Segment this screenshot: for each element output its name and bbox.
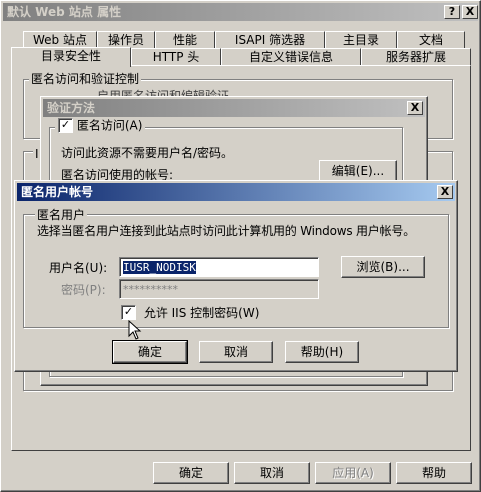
help-title-button[interactable]: ? bbox=[444, 5, 460, 19]
username-value: IUSR_NODISK bbox=[123, 261, 196, 274]
browse-button[interactable]: 浏览(B)... bbox=[341, 256, 425, 278]
anon-close-button[interactable]: X bbox=[437, 185, 453, 199]
allow-iis-row[interactable]: ✓ 允许 IIS 控制密码(W) bbox=[121, 305, 259, 320]
main-help-button[interactable]: 帮助 bbox=[396, 462, 472, 484]
password-value: ********** bbox=[123, 283, 178, 296]
properties-title: 默认 Web 站点 属性 bbox=[7, 5, 122, 19]
anon-access-checkbox[interactable]: ✓ bbox=[58, 118, 73, 133]
anon-user-group-title: 匿名用户 bbox=[35, 208, 88, 222]
username-label: 用户名(U): bbox=[49, 261, 108, 275]
auth-titlebar[interactable]: 验证方法 bbox=[43, 99, 425, 117]
tab-documents[interactable]: 文档 bbox=[397, 31, 465, 48]
close-title-button[interactable]: X bbox=[462, 5, 478, 19]
password-field[interactable]: ********** bbox=[119, 279, 319, 299]
auth-title: 验证方法 bbox=[47, 101, 96, 115]
tab-http-headers[interactable]: HTTP 头 bbox=[131, 48, 221, 65]
anon-titlebar[interactable]: 匿名用户帐号 bbox=[17, 183, 455, 201]
auth-edit-button[interactable]: 编辑(E)... bbox=[319, 160, 397, 182]
anon-title: 匿名用户帐号 bbox=[21, 185, 94, 199]
anon-cancel-button[interactable]: 取消 bbox=[199, 341, 273, 363]
main-ok-button[interactable]: 确定 bbox=[153, 462, 229, 484]
tab-home-directory[interactable]: 主目录 bbox=[325, 31, 397, 48]
anon-access-group-title: 匿名访问和验证控制 bbox=[29, 72, 142, 86]
tab-custom-errors[interactable]: 自定义错误信息 bbox=[221, 48, 361, 65]
tab-performance[interactable]: 性能 bbox=[155, 31, 215, 48]
mouse-cursor-icon bbox=[128, 320, 142, 340]
anon-account-dialog: 匿名用户帐号 X 匿名用户 选择当匿名用户连接到此站点时访问此计算机用的 Win… bbox=[14, 180, 458, 372]
allow-iis-checkbox[interactable]: ✓ bbox=[121, 305, 136, 320]
anon-ok-button[interactable]: 确定 bbox=[112, 340, 188, 364]
anon-help-button[interactable]: 帮助(H) bbox=[285, 341, 359, 363]
auth-anon-checkbox-row[interactable]: ✓ 匿名访问(A) bbox=[55, 118, 146, 133]
tab-operators[interactable]: 操作员 bbox=[97, 31, 155, 48]
main-cancel-button[interactable]: 取消 bbox=[234, 462, 310, 484]
username-field[interactable]: IUSR_NODISK bbox=[119, 257, 319, 277]
anon-user-description: 选择当匿名用户连接到此站点时访问此计算机用的 Windows 用户帐号。 bbox=[37, 224, 415, 238]
properties-titlebar[interactable]: 默认 Web 站点 属性 bbox=[3, 3, 478, 21]
allow-iis-label: 允许 IIS 控制密码(W) bbox=[143, 305, 260, 320]
tab-server-extensions[interactable]: 服务器扩展 bbox=[361, 48, 471, 65]
auth-close-button[interactable]: X bbox=[407, 101, 423, 115]
anon-access-checkbox-label: 匿名访问(A) bbox=[76, 118, 143, 133]
main-apply-button[interactable]: 应用(A) bbox=[315, 462, 391, 484]
password-label: 密码(P): bbox=[61, 283, 106, 297]
auth-description: 访问此资源不需要用户名/密码。 bbox=[61, 146, 234, 160]
tab-web-site[interactable]: Web 站点 bbox=[23, 31, 97, 48]
tab-isapi-filters[interactable]: ISAPI 筛选器 bbox=[215, 31, 325, 48]
tab-directory-security[interactable]: 目录安全性 bbox=[11, 47, 131, 67]
